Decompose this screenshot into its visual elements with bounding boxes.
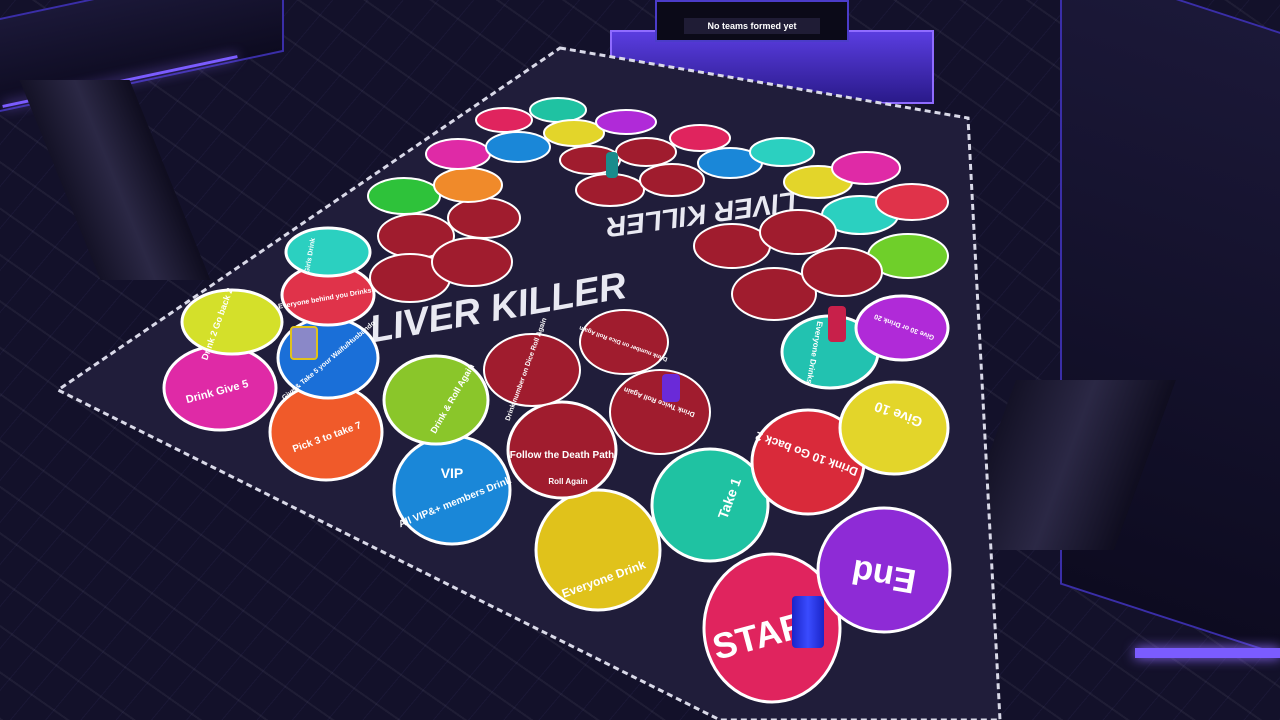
player-cup-gold[interactable]: [290, 326, 318, 360]
tile-follow-death-path[interactable]: Follow the Death Path Roll Again: [506, 400, 618, 500]
death-path-tile-3[interactable]: Drink number on Dice Roll Again: [578, 309, 669, 375]
tile-drink-give-5[interactable]: Drink Give 5: [162, 344, 278, 432]
tile-vip-badge: VIP: [441, 465, 464, 481]
tile-end[interactable]: End: [816, 506, 952, 634]
player-cup-blue[interactable]: [792, 596, 824, 648]
tile-give-10[interactable]: Give 10: [838, 380, 950, 476]
death-path-tile-1[interactable]: Drink Twice Roll Again: [609, 369, 711, 455]
tile-drink-roll-again[interactable]: Drink & Roll Again: [382, 354, 490, 446]
player-cup-purple[interactable]: [662, 374, 680, 402]
liver-killer-board: LIVER KILLER LIVER KILLER START End Ever…: [55, 46, 1002, 720]
tile-death-path-sub: Roll Again: [548, 477, 587, 486]
game-scene: No teams formed yet LIVER KILLER LIVER K…: [0, 0, 1280, 720]
player-cup-teal[interactable]: [606, 152, 618, 178]
tile-girls-drink[interactable]: Girls Drink: [284, 226, 372, 278]
tile-give-30[interactable]: Give 30 or Drink 20: [854, 294, 950, 362]
player-cup-red[interactable]: [828, 306, 846, 342]
tile-take-1[interactable]: Take 1: [650, 447, 770, 563]
tile-vip-drink[interactable]: VIP All VIP&+ members Drink: [392, 434, 513, 546]
tile-everyone-drink[interactable]: Everyone Drink: [534, 488, 662, 612]
tile-death-path-label: Follow the Death Path: [510, 450, 614, 461]
